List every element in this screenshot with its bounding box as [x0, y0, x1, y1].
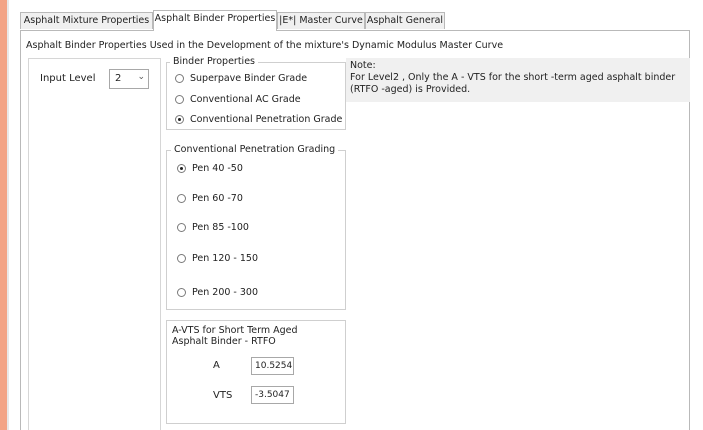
window-left-edge	[7, 0, 9, 430]
note-text: For Level2 , Only the A - VTS for the sh…	[350, 72, 676, 95]
radio-button[interactable]	[177, 288, 186, 297]
radio-button[interactable]	[175, 115, 184, 124]
radio-label: Superpave Binder Grade	[190, 73, 308, 84]
input-level-select[interactable]: 2 ⌄	[109, 69, 149, 89]
radio-button[interactable]	[177, 223, 186, 232]
tab-master-curve[interactable]: |E*| Master Curve	[277, 12, 365, 29]
radio-button[interactable]	[177, 254, 186, 263]
input-level-label: Input Level	[40, 73, 96, 84]
vts-value-field[interactable]: -3.5047	[251, 386, 294, 404]
note-title: Note:	[350, 60, 376, 71]
radio-button[interactable]	[175, 74, 184, 83]
radio-label: Conventional Penetration Grade	[190, 114, 343, 125]
tab-asphalt-general[interactable]: Asphalt General	[365, 12, 445, 29]
a-value-field[interactable]: 10.5254	[251, 357, 294, 375]
vts-label: VTS	[213, 390, 233, 401]
avts-title: A-VTS for Short Term Aged Asphalt Binder…	[172, 325, 298, 347]
radio-label: Conventional AC Grade	[190, 94, 301, 105]
input-level-group	[28, 58, 161, 430]
binder-properties-title: Binder Properties	[170, 56, 258, 67]
tab-asphalt-binder-properties[interactable]: Asphalt Binder Properties	[153, 10, 277, 31]
radio-button[interactable]	[175, 95, 184, 104]
panel-heading: Asphalt Binder Properties Used in the De…	[26, 40, 504, 51]
a-label: A	[213, 360, 220, 371]
window-left-accent	[0, 0, 7, 430]
chevron-down-icon: ⌄	[137, 72, 145, 82]
radio-label: Pen 120 - 150	[192, 253, 259, 264]
radio-label: Pen 40 -50	[192, 163, 243, 174]
radio-button[interactable]	[177, 194, 186, 203]
radio-label: Pen 85 -100	[192, 222, 249, 233]
penetration-grading-title: Conventional Penetration Grading	[171, 144, 339, 155]
radio-button[interactable]	[177, 164, 186, 173]
radio-label: Pen 200 - 300	[192, 287, 259, 298]
input-level-value: 2	[115, 73, 122, 84]
tab-asphalt-mixture-properties[interactable]: Asphalt Mixture Properties	[20, 12, 153, 29]
radio-label: Pen 60 -70	[192, 193, 243, 204]
